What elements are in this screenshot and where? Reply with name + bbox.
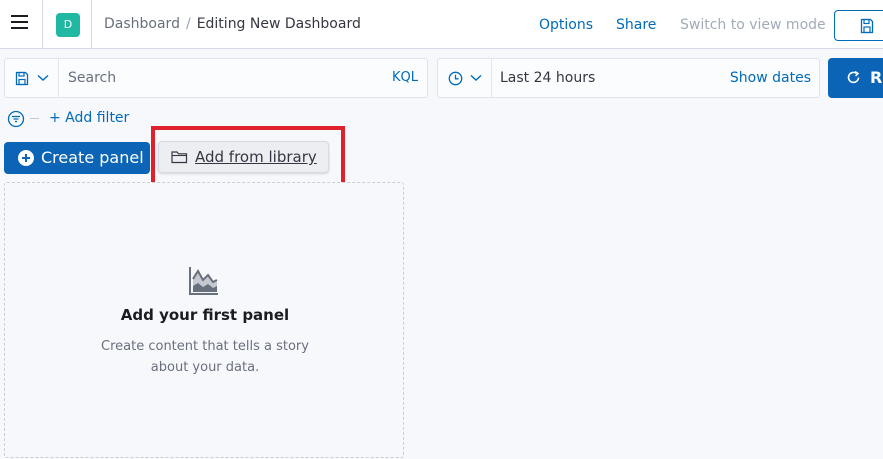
refresh-button[interactable]: Re xyxy=(828,58,883,98)
refresh-icon xyxy=(847,70,860,84)
query-language-toggle[interactable]: KQL xyxy=(392,70,418,85)
save-button[interactable] xyxy=(834,10,883,41)
save-icon xyxy=(860,18,874,34)
top-header: D Dashboard / Editing New Dashboard Option… xyxy=(0,0,883,49)
empty-state-title: Add your first panel xyxy=(120,306,290,324)
date-picker: Last 24 hours Show dates xyxy=(437,58,820,98)
add-from-library-button[interactable]: Add from library xyxy=(158,141,329,173)
breadcrumb: Dashboard / Editing New Dashboard xyxy=(104,16,361,32)
saved-query-menu-button[interactable] xyxy=(5,59,59,97)
share-link[interactable]: Share xyxy=(616,17,656,33)
header-divider xyxy=(91,0,92,49)
search-input[interactable] xyxy=(60,60,380,96)
chevron-down-icon xyxy=(470,74,482,81)
menu-icon[interactable] xyxy=(10,15,30,33)
create-panel-button[interactable]: Create panel xyxy=(4,142,150,174)
query-bar: KQL xyxy=(4,58,428,98)
date-quick-menu-button[interactable] xyxy=(438,59,492,97)
clock-icon xyxy=(448,71,463,86)
refresh-button-label: Re xyxy=(870,68,883,87)
filter-divider xyxy=(30,118,39,119)
space-avatar[interactable]: D xyxy=(56,13,80,37)
create-panel-label: Create panel xyxy=(41,148,144,167)
switch-to-view-mode-link[interactable]: Switch to view mode xyxy=(680,17,826,33)
add-filter-button[interactable]: + Add filter xyxy=(49,110,129,126)
empty-state-body: Create content that tells a story about … xyxy=(101,339,309,375)
show-dates-link[interactable]: Show dates xyxy=(730,70,811,86)
area-chart-icon xyxy=(189,267,218,295)
chevron-down-icon xyxy=(37,74,49,81)
breadcrumb-separator: / xyxy=(185,16,191,32)
options-link[interactable]: Options xyxy=(539,17,593,33)
header-divider xyxy=(42,0,43,49)
date-range-text[interactable]: Last 24 hours xyxy=(500,70,595,86)
saved-query-icon xyxy=(15,71,29,86)
breadcrumb-current: Editing New Dashboard xyxy=(196,16,361,32)
filter-options-icon[interactable] xyxy=(7,110,25,128)
add-from-library-label: Add from library xyxy=(195,148,317,166)
plus-circle-icon xyxy=(18,150,34,166)
empty-panel-placeholder: Add your first panel Create content that… xyxy=(4,182,404,458)
folder-icon xyxy=(171,151,188,164)
breadcrumb-dashboard[interactable]: Dashboard xyxy=(104,16,180,32)
